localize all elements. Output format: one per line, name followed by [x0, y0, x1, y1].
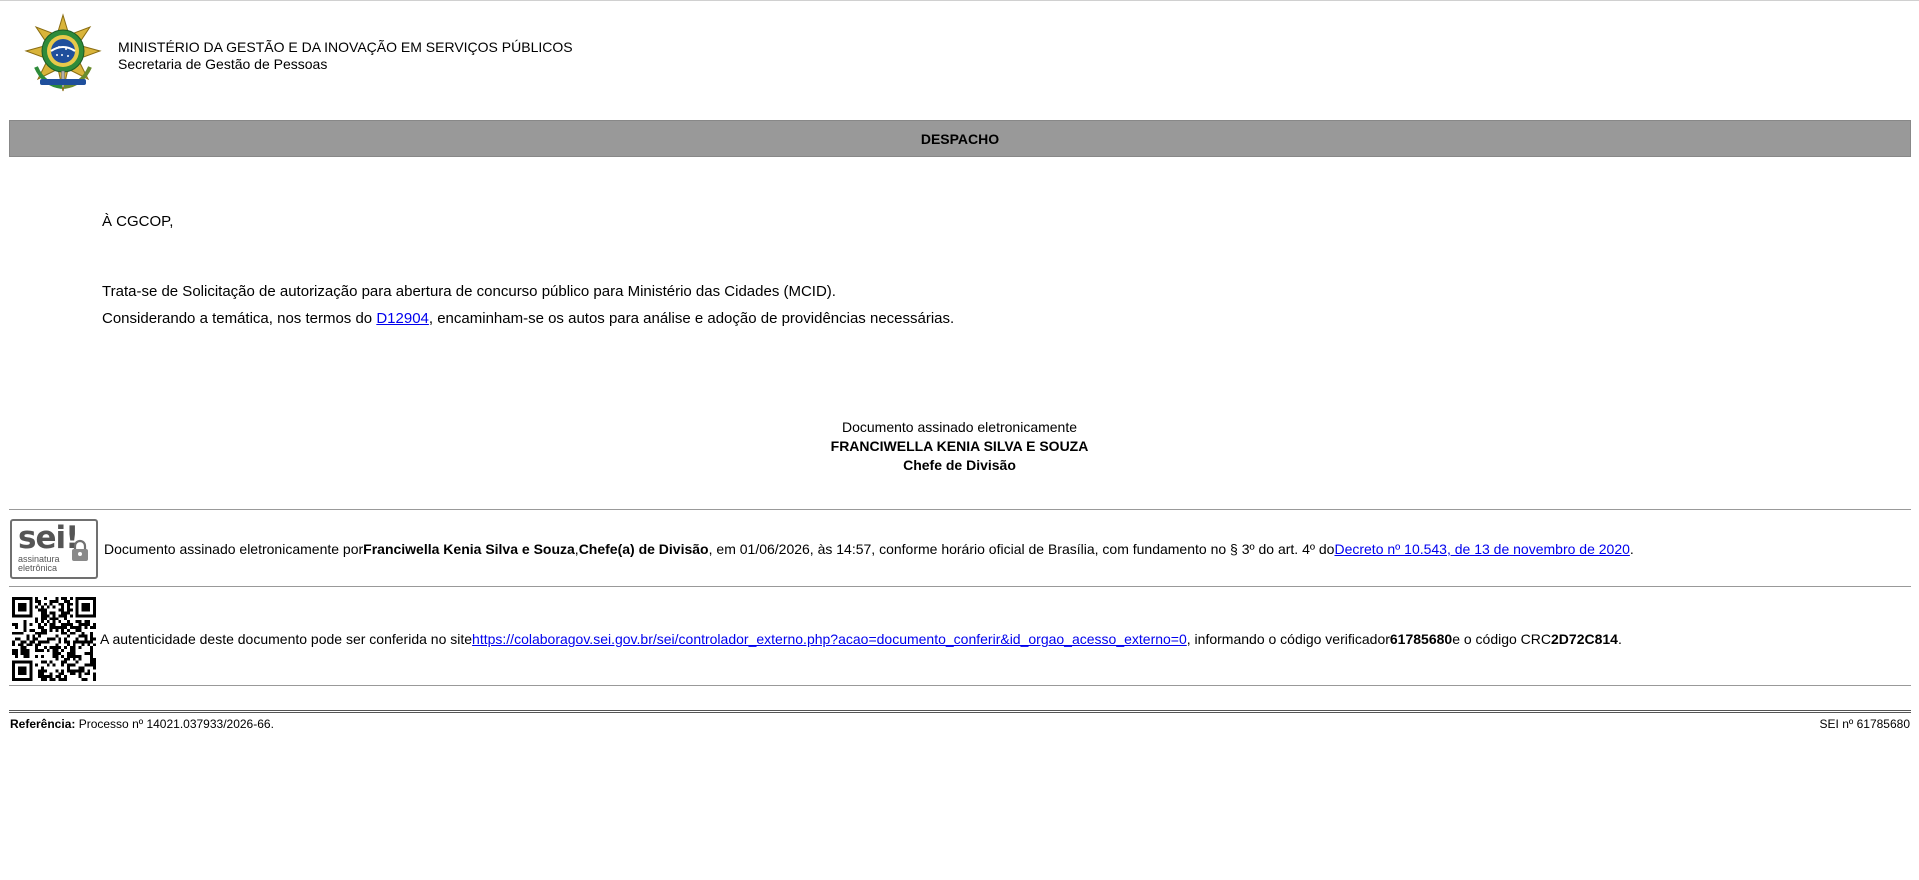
footer-sei-number: SEI nº 61785680 [1819, 717, 1910, 731]
ministry-name: MINISTÉRIO DA GESTÃO E DA INOVAÇÃO EM SE… [118, 39, 573, 55]
sei-logo-sub-2: eletrônica [18, 563, 58, 573]
sei-logo-subtitle: assinatura eletrônica [18, 555, 60, 573]
qr-code-icon [12, 597, 96, 681]
document-header: MINISTÉRIO DA GESTÃO E DA INOVAÇÃO EM SE… [22, 13, 573, 95]
authenticity-text-before: A autenticidade deste documento pode ser… [100, 631, 473, 647]
reference-value: Processo nº 14021.037933/2026-66. [75, 717, 274, 731]
divider [9, 586, 1911, 587]
verification-url-link[interactable]: https://colaboragov.sei.gov.br/sei/contr… [472, 631, 1187, 647]
signature-signer-role: Chefe(a) de Divisão [578, 541, 709, 557]
verifier-code: 61785680 [1389, 631, 1453, 647]
footer-divider [9, 710, 1911, 713]
signer-role: Chefe de Divisão [903, 457, 1016, 473]
lock-icon [72, 539, 88, 561]
signer-name: FRANCIWELLA KENIA SILVA E SOUZA [830, 438, 1089, 454]
authenticity-row: A autenticidade deste documento pode ser… [12, 597, 1622, 681]
document-title: DESPACHO [9, 120, 1911, 157]
authenticity-text-middle: , informando o código verificador [1186, 631, 1390, 647]
brazil-coat-of-arms-icon [24, 13, 102, 92]
authenticity-text-crc: e o código CRC [1452, 631, 1552, 647]
signature-block: Documento assinado eletronicamente FRANC… [0, 418, 1919, 475]
divider [9, 509, 1911, 510]
paragraph-2-text-after: , encaminham-se os autos para análise e … [428, 310, 955, 327]
signature-text-middle: , em 01/06/2026, às 14:57, conforme horá… [708, 541, 1335, 557]
sei-signature-logo: sei! assinatura eletrônica [10, 519, 98, 579]
header-text: MINISTÉRIO DA GESTÃO E DA INOVAÇÃO EM SE… [118, 39, 573, 73]
decree-link[interactable]: Decreto nº 10.543, de 13 de novembro de … [1334, 541, 1629, 557]
signature-text-before: Documento assinado eletronicamente por [104, 541, 364, 557]
divider [9, 685, 1911, 686]
signature-line: Documento assinado eletronicamente [841, 419, 1078, 435]
paragraph-2: Considerando a temática, nos termos do D… [102, 310, 954, 328]
electronic-signature-row: sei! assinatura eletrônica Documento ass… [10, 519, 1634, 579]
addressee: À CGCOP, [102, 213, 174, 230]
reference-label: Referência: [10, 717, 76, 731]
crc-code: 2D72C814 [1551, 631, 1618, 647]
authenticity-text-end: . [1617, 631, 1622, 647]
paragraph-2-text-before: Considerando a temática, nos termos do [102, 310, 377, 327]
signature-signer: Franciwella Kenia Silva e Souza [363, 541, 575, 557]
d12904-link[interactable]: D12904 [376, 310, 429, 327]
footer-reference: Referência: Processo nº 14021.037933/202… [10, 717, 274, 731]
document-page: MINISTÉRIO DA GESTÃO E DA INOVAÇÃO EM SE… [0, 0, 1919, 880]
signature-text-end: . [1629, 541, 1634, 557]
paragraph-1: Trata-se de Solicitação de autorização p… [102, 283, 836, 300]
secretariat-name: Secretaria de Gestão de Pessoas [118, 56, 328, 72]
